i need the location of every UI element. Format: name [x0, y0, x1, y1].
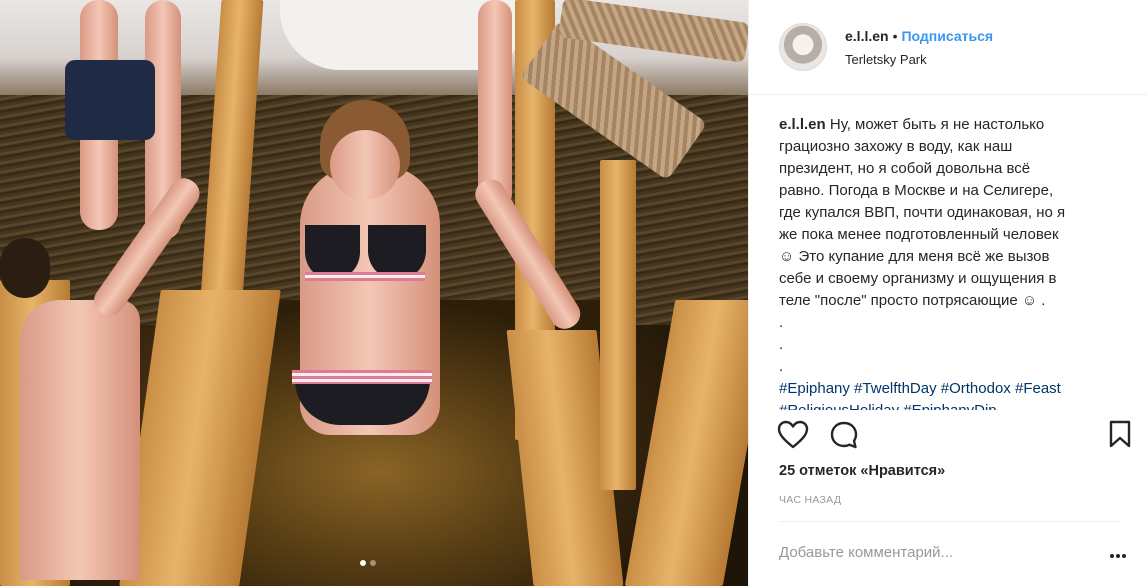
avatar[interactable] — [779, 23, 827, 71]
post-timestamp[interactable]: час назад — [779, 494, 841, 506]
caption-username[interactable]: e.l.l.en — [779, 116, 826, 133]
photo-woman-face — [330, 130, 400, 200]
caption-line: же пока менее подготовленный человек — [779, 226, 1059, 243]
caption-line: . — [779, 358, 784, 375]
caption-line: . — [779, 336, 784, 353]
header-info: e.l.l.en • Подписаться Terletsky Park — [845, 28, 993, 67]
caption-line: где купался ВВП, почти одинаковая, но я — [779, 204, 1066, 221]
photo-post — [600, 160, 636, 490]
photo-person-pants — [65, 60, 155, 140]
photo-man-head — [0, 238, 50, 298]
caption-line: президент, но я собой довольна всё — [779, 160, 1031, 177]
post-caption: e.l.l.en Ну, может быть я не настолько г… — [779, 114, 1124, 410]
caption-line: e.l.l.en Ну, может быть я не настолько — [779, 114, 1124, 136]
post-sidebar: e.l.l.en • Подписаться Terletsky Park e.… — [748, 0, 1147, 586]
caption-line: себе и своему организму и ощущения в — [779, 270, 1057, 287]
photo-man-back — [20, 300, 140, 580]
caption-text: Ну, может быть я не настолько — [829, 116, 1045, 133]
comment-input[interactable]: Добавьте комментарий... — [779, 544, 1109, 561]
heart-icon[interactable] — [777, 420, 809, 455]
carousel-dot[interactable] — [370, 560, 376, 566]
caption-line: равно. Погода в Москве и на Селигере, — [779, 182, 1054, 199]
more-options-icon[interactable] — [1109, 547, 1127, 565]
post-header: e.l.l.en • Подписаться Terletsky Park — [749, 0, 1147, 95]
photo-bikini-band — [305, 272, 425, 281]
caption-line: ☺ Это купание для меня всё же вызов — [779, 248, 1050, 265]
divider — [779, 521, 1119, 522]
follow-button[interactable]: Подписаться — [901, 28, 993, 44]
likes-count[interactable]: 25 отметок «Нравится» — [779, 463, 945, 479]
caption-line: теле "после" просто потрясающие ☺ . — [779, 292, 1046, 309]
caption-line: . — [779, 314, 784, 331]
photo-foreground-plank — [624, 300, 748, 586]
carousel-dot-active[interactable] — [360, 560, 366, 566]
post-photo[interactable] — [0, 0, 748, 586]
bookmark-icon[interactable] — [1109, 420, 1131, 453]
header-user-row: e.l.l.en • Подписаться — [845, 28, 993, 44]
photo-person-leg — [478, 0, 512, 210]
username-link[interactable]: e.l.l.en — [845, 28, 889, 44]
photo-bikini-bottom-band — [292, 370, 432, 384]
action-bar — [777, 420, 1131, 455]
hashtags-line[interactable]: #Epiphany #TwelfthDay #Orthodox #Feast — [779, 378, 1124, 400]
hashtags-line[interactable]: #ReligiousHoliday #EpiphanyDip — [779, 400, 1124, 410]
location-link[interactable]: Terletsky Park — [845, 52, 993, 67]
carousel-indicator — [360, 560, 376, 566]
comment-icon[interactable] — [829, 420, 859, 455]
caption-line: грациозно захожу в воду, как наш — [779, 138, 1013, 155]
separator-dot: • — [892, 27, 898, 44]
